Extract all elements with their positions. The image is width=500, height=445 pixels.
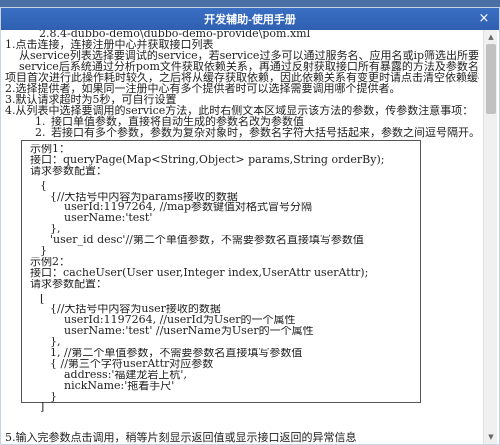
close-icon[interactable]: × [477, 12, 491, 26]
code-line: userId:1197264, //map参数键值对格式冒号分隔 [64, 202, 313, 214]
code-line: ] [40, 402, 45, 414]
manual-dialog: 开发辅助-使用手册 × 2.8.4-dubbo-demo\dubbo-demo-… [0, 7, 500, 445]
item-text: 接口单值参数，直接将自动生成的参数名改为参数值 [51, 116, 304, 127]
code-line: userId:1197264, //userId为User的一个属性 [64, 315, 296, 327]
code-line: address:'福建龙岩上杭', [64, 369, 187, 381]
code-line: } [40, 246, 47, 257]
text-line: 5.输入完参数点击调用，稍等片刻显示返回值或显示接口返回的异常信息 [5, 431, 357, 444]
item-number: 2. [35, 127, 46, 138]
code-line: userName:'test' //userName为User的一个属性 [64, 326, 314, 338]
code-line: 接口：queryPage(Map<String,Object> params,S… [30, 154, 385, 166]
text-line: 3.默认请求超时为5秒，可自行设置 [5, 94, 177, 105]
text-line: 2.选择提供者，如果同一注册中心有多个提供者时可以选择需要调用哪个提供者。 [5, 83, 401, 94]
scroll-down-icon[interactable]: ▼ [484, 430, 498, 444]
code-line: { //第三个字符userAttr对应参数 [50, 358, 214, 370]
item-number: 1. [35, 116, 46, 127]
example-code-box: 示例1： 接口：queryPage(Map<String,Object> para… [21, 140, 421, 412]
code-line: { [40, 180, 47, 192]
code-line: 接口：cacheUser(User user,Integer index,Use… [30, 267, 369, 279]
code-line: 请求参数配置： [30, 165, 107, 177]
code-line: userName:'test' [64, 213, 153, 225]
screen: 开发辅助-使用手册 × 2.8.4-dubbo-demo\dubbo-demo-… [0, 0, 500, 445]
item-text: 若接口有多个参数，参数为复杂对象时，参数名字符大括号括起来，参数之间逗号隔开。 [51, 127, 479, 138]
manual-content[interactable]: 2.8.4-dubbo-demo\dubbo-demo-provide\pom.… [1, 30, 481, 444]
code-line: [ [40, 293, 45, 305]
code-line: 1, //第二个单值参数，不需要参数名直接填写参数值 [50, 348, 303, 359]
numbered-item: 2. 若接口有多个参数，参数为复杂对象时，参数名字符大括号括起来，参数之间逗号隔… [5, 127, 479, 138]
text-line: 2.8.4-dubbo-demo\dubbo-demo-provide\pom.… [39, 30, 311, 39]
dialog-titlebar[interactable]: 开发辅助-使用手册 × [1, 8, 499, 30]
code-line: 示例2： [30, 256, 70, 268]
code-line: {//大括号中内容为params接收的数据 [50, 191, 238, 203]
code-line: 请求参数配置： [30, 278, 107, 290]
text-line: 从service列表选择要调试的service，若service过多可以通过服务… [19, 50, 479, 61]
dialog-body: 2.8.4-dubbo-demo\dubbo-demo-provide\pom.… [1, 30, 499, 444]
code-line: } [50, 391, 57, 403]
vertical-scrollbar[interactable]: ▲ ▼ [483, 30, 497, 444]
code-line: nickName:'拖着手尺' [64, 380, 175, 392]
code-line: 'user_id desc'//第二个单值参数，不需要参数名直接填写参数值 [50, 235, 364, 247]
code-line: }, [50, 224, 61, 236]
text-line: 4.从列表中选择要调用的service方法，此时右侧文本区域显示该方法的参数，传… [5, 105, 474, 116]
numbered-item: 1. 接口单值参数，直接将自动生成的参数名改为参数值 [5, 116, 479, 127]
dialog-title: 开发辅助-使用手册 [204, 14, 296, 26]
text-line: 1.点击连接，连接注册中心并获取接口列表 [5, 39, 214, 50]
code-line: {//大括号中内容为user接收的数据 [50, 304, 221, 316]
code-line: 示例1： [30, 144, 70, 155]
scroll-up-icon[interactable]: ▲ [484, 30, 498, 44]
scrollbar-thumb[interactable] [486, 44, 496, 114]
text-line: 项目首次进行此操作耗时较久，之后将从缓存获取依赖，因此依赖关系有变更时请点击清空… [5, 72, 479, 83]
text-line: service后系统通过分析pom文件获取依赖关系，再通过反射获取接口所有暴露的… [19, 61, 479, 72]
code-line: }, [50, 337, 61, 349]
